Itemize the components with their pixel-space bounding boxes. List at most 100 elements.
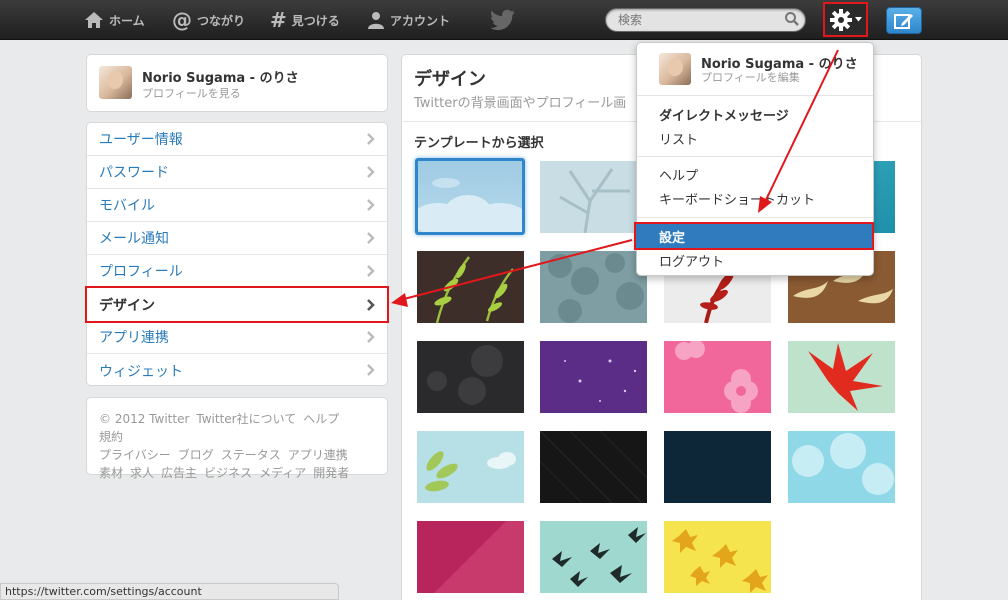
menu-item-profile[interactable]: プロフィール xyxy=(87,255,387,288)
theme-tile-dark-floral[interactable] xyxy=(417,341,524,413)
footer-link[interactable]: プライバシー xyxy=(99,448,171,462)
settings-gear-button[interactable] xyxy=(823,2,868,37)
at-icon: @ xyxy=(172,8,192,32)
footer-link[interactable]: 求人 xyxy=(130,466,154,480)
nav-account[interactable]: アカウント xyxy=(367,0,450,40)
theme-thumbnail xyxy=(434,256,514,323)
theme-thumbnail xyxy=(672,529,768,593)
profile-card[interactable]: Norio Sugama - のりさ プロフィールを見る xyxy=(86,54,388,112)
chevron-right-icon xyxy=(367,232,375,244)
person-icon xyxy=(368,12,384,29)
menu-item-label: モバイル xyxy=(99,198,155,214)
theme-tile-foliage[interactable] xyxy=(540,251,647,323)
theme-thumbnail xyxy=(808,343,883,411)
theme-thumbnail xyxy=(548,253,644,323)
hash-icon: # xyxy=(270,8,287,32)
chevron-right-icon xyxy=(367,199,375,211)
chevron-right-icon xyxy=(367,265,375,277)
footer-link[interactable]: 広告主 xyxy=(161,466,197,480)
theme-thumbnail xyxy=(552,527,646,587)
compose-tweet-button[interactable] xyxy=(886,7,922,34)
dropdown-item-keyboard-shortcuts[interactable]: キーボードショートカット xyxy=(637,187,873,209)
menu-item-label: デザイン xyxy=(99,297,155,314)
search-icon[interactable] xyxy=(784,11,800,27)
theme-tile-black[interactable] xyxy=(540,431,647,503)
menu-item-label: プロフィール xyxy=(99,264,183,280)
dropdown-item-lists[interactable]: リスト xyxy=(637,127,873,149)
theme-tile-clouds[interactable] xyxy=(415,158,525,235)
theme-tile-red-maple[interactable] xyxy=(788,341,895,413)
menu-item-label: パスワード xyxy=(99,165,169,181)
menu-item-user-info[interactable]: ユーザー情報 xyxy=(87,123,387,156)
page-title: デザイン xyxy=(414,69,486,90)
menu-item-apps[interactable]: アプリ連携 xyxy=(87,321,387,354)
menu-item-mobile[interactable]: モバイル xyxy=(87,189,387,222)
theme-tile-birds-teal[interactable] xyxy=(540,521,647,593)
nav-home[interactable]: ホーム xyxy=(84,0,145,40)
dropdown-item-logout[interactable]: ログアウト xyxy=(637,249,873,271)
footer-link[interactable]: 規約 xyxy=(99,430,123,444)
footer-link[interactable]: 素材 xyxy=(99,466,123,480)
gear-icon xyxy=(829,8,852,31)
theme-thumbnail xyxy=(540,431,647,503)
profile-name: Norio Sugama - のりさ xyxy=(142,71,299,86)
footer-line: 素材 求人 広告主 ビジネス メディア 開発者 xyxy=(99,464,377,482)
menu-item-label: ユーザー情報 xyxy=(99,132,183,148)
menu-item-widgets[interactable]: ウィジェット xyxy=(87,354,387,387)
menu-item-email-notifications[interactable]: メール通知 xyxy=(87,222,387,255)
footer-link[interactable]: 開発者 xyxy=(313,466,349,480)
footer-line: © 2012 Twitter Twitter社について ヘルプ規約 xyxy=(99,410,377,446)
theme-tile-sky-clouds[interactable] xyxy=(788,431,895,503)
divider xyxy=(637,156,873,157)
avatar xyxy=(99,66,132,99)
theme-tile-leaves-light[interactable] xyxy=(417,431,524,503)
theme-tile-purple[interactable] xyxy=(540,341,647,413)
view-profile-link[interactable]: プロフィールを見る xyxy=(142,85,241,101)
browser-status-bar: https://twitter.com/settings/account xyxy=(0,583,339,600)
footer-link[interactable]: Twitter社について xyxy=(196,412,296,426)
edit-profile-link[interactable]: プロフィールを編集 xyxy=(701,69,800,85)
footer-copyright: © 2012 Twitter xyxy=(99,412,190,426)
footer-link[interactable]: ビジネス xyxy=(204,466,252,480)
theme-tile-navy[interactable] xyxy=(664,431,771,503)
footer-link[interactable]: ヘルプ xyxy=(303,412,339,426)
footer-link[interactable]: ステータス xyxy=(221,448,281,462)
chevron-down-icon xyxy=(854,17,862,22)
twitter-bird-logo xyxy=(490,9,515,31)
theme-thumbnail xyxy=(675,341,758,413)
theme-thumbnail xyxy=(427,345,503,405)
theme-thumbnail xyxy=(792,433,894,495)
nav-home-label: ホーム xyxy=(109,13,145,28)
dropdown-item-settings[interactable]: 設定 xyxy=(634,222,874,250)
theme-tile-leaves-dark[interactable] xyxy=(417,251,524,323)
theme-tile-tree[interactable] xyxy=(540,161,647,233)
divider xyxy=(637,217,873,218)
chevron-right-icon xyxy=(367,331,375,343)
menu-item-password[interactable]: パスワード xyxy=(87,156,387,189)
chevron-right-icon xyxy=(367,133,375,145)
menu-item-design[interactable]: デザイン xyxy=(85,286,389,323)
section-title: テンプレートから選択 xyxy=(414,136,544,151)
theme-tile-magenta[interactable] xyxy=(417,521,524,593)
theme-thumbnail xyxy=(418,178,522,232)
footer-link[interactable]: メディア xyxy=(259,466,306,480)
theme-thumbnail xyxy=(425,451,516,492)
dropdown-item-help[interactable]: ヘルプ xyxy=(637,163,873,185)
menu-item-label: ウィジェット xyxy=(99,363,183,380)
settings-menu: ユーザー情報 パスワード モバイル メール通知 プロフィール デザイン アプリ連… xyxy=(85,122,389,387)
footer-links: © 2012 Twitter Twitter社について ヘルプ規約 プライバシー ブロ… xyxy=(86,397,388,480)
footer-link[interactable]: アプリ連携 xyxy=(288,448,348,462)
nav-account-label: アカウント xyxy=(390,13,451,28)
footer-line: プライバシー ブログ ステータス アプリ連携 xyxy=(99,446,377,464)
menu-item-label: アプリ連携 xyxy=(99,330,169,346)
search-input[interactable] xyxy=(605,8,806,32)
divider xyxy=(637,95,873,96)
chevron-right-icon xyxy=(367,166,375,178)
theme-tile-yellow-leaves[interactable] xyxy=(664,521,771,593)
footer-link[interactable]: ブログ xyxy=(178,448,214,462)
theme-tile-pink-flowers[interactable] xyxy=(664,341,771,413)
home-icon xyxy=(85,12,103,28)
nav-discover[interactable]: # 見つける xyxy=(270,0,340,40)
dropdown-item-direct-messages[interactable]: ダイレクトメッセージ xyxy=(637,103,873,125)
nav-connect[interactable]: @ つながり xyxy=(172,0,245,40)
